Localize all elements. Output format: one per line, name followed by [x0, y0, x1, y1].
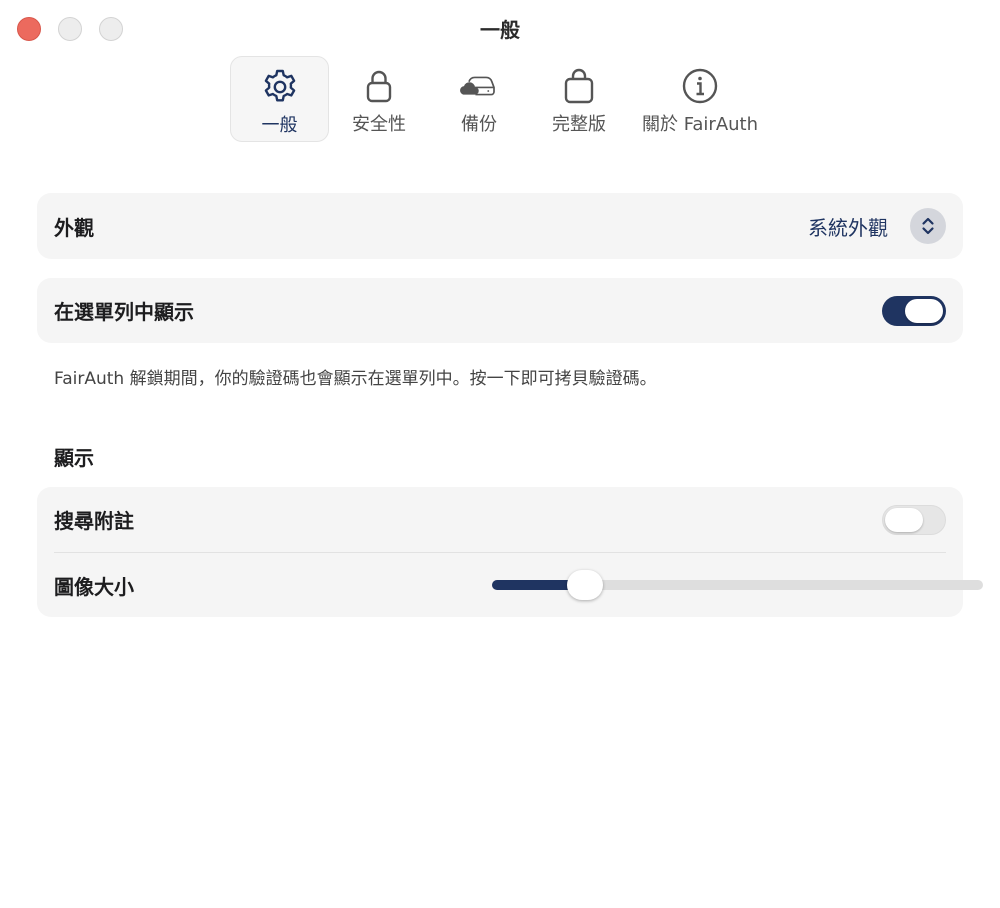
menubar-label: 在選單列中顯示	[54, 300, 194, 324]
tab-about[interactable]: 關於 FairAuth	[638, 56, 762, 142]
tab-full-version[interactable]: 完整版	[540, 56, 618, 142]
image-size-slider[interactable]	[492, 570, 983, 600]
search-notes-label: 搜尋附註	[54, 509, 134, 533]
cloud-drive-icon	[459, 66, 499, 106]
shopping-bag-icon	[559, 66, 599, 106]
menubar-row: 在選單列中顯示	[37, 278, 963, 343]
image-size-row: 圖像大小	[37, 553, 983, 617]
menubar-toggle[interactable]	[882, 295, 946, 326]
search-notes-row: 搜尋附註	[37, 487, 963, 552]
tab-about-label: 關於 FairAuth	[641, 114, 759, 135]
window-title: 一般	[480, 18, 520, 42]
slider-thumb[interactable]	[567, 570, 603, 600]
gear-icon	[260, 67, 300, 107]
tab-backup[interactable]: 備份	[440, 56, 518, 142]
tab-general[interactable]: 一般	[230, 56, 329, 142]
display-card: 搜尋附註 圖像大小	[37, 487, 983, 617]
appearance-row[interactable]: 外觀 系統外觀	[37, 193, 963, 259]
image-size-label: 圖像大小	[54, 574, 134, 599]
lock-icon	[359, 66, 399, 106]
appearance-label: 外觀	[54, 215, 94, 240]
chevron-up-down-icon[interactable]	[910, 208, 946, 244]
appearance-value: 系統外觀	[808, 215, 888, 240]
display-section-title: 顯示	[54, 446, 94, 470]
menubar-helper-text: FairAuth 解鎖期間，你的驗證碼也會顯示在選單列中。按一下即可拷貝驗證碼。	[54, 369, 657, 389]
info-icon	[680, 66, 720, 106]
tab-full-version-label: 完整版	[552, 114, 606, 135]
tab-security[interactable]: 安全性	[340, 56, 418, 142]
tab-security-label: 安全性	[352, 114, 406, 135]
settings-window: 一般 一般 安全性 備份 完整版 關於 FairAuth 外觀 系統外觀 在選單…	[0, 0, 1000, 908]
appearance-card: 外觀 系統外觀	[37, 193, 963, 259]
search-notes-toggle[interactable]	[882, 504, 946, 535]
tab-general-label: 一般	[261, 115, 298, 136]
tab-backup-label: 備份	[461, 114, 497, 135]
appearance-popup[interactable]: 系統外觀	[808, 208, 946, 244]
toolbar-tabs: 一般 安全性 備份 完整版 關於 FairAuth	[0, 56, 1000, 144]
toggle-knob	[885, 507, 923, 532]
menubar-card: 在選單列中顯示	[37, 278, 963, 343]
toggle-knob	[905, 298, 943, 323]
